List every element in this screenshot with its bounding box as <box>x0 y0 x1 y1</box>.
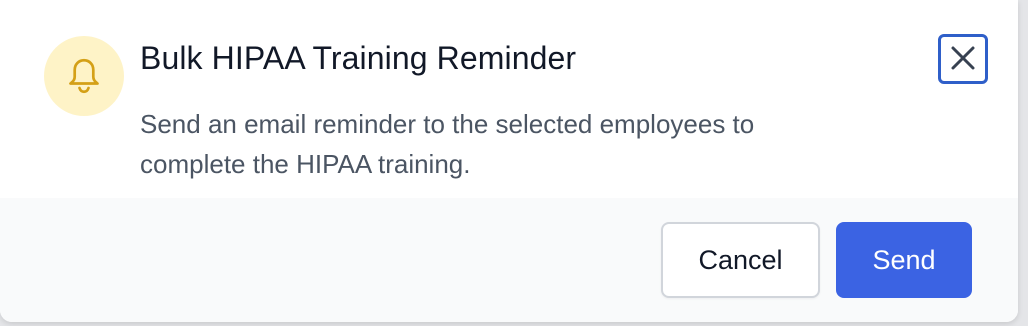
bell-icon-badge <box>44 36 124 116</box>
dialog-body: Bulk HIPAA Training Reminder Send an ema… <box>0 0 1018 198</box>
dialog-description: Send an email reminder to the selected e… <box>140 109 755 179</box>
close-icon <box>948 43 978 76</box>
send-button[interactable]: Send <box>836 222 972 298</box>
dialog-title: Bulk HIPAA Training Reminder <box>140 40 577 76</box>
close-button[interactable] <box>938 34 988 84</box>
reminder-dialog: Bulk HIPAA Training Reminder Send an ema… <box>0 0 1018 322</box>
cancel-button[interactable]: Cancel <box>661 222 820 298</box>
dialog-footer: Cancel Send <box>0 198 1018 322</box>
bell-icon <box>66 56 102 96</box>
